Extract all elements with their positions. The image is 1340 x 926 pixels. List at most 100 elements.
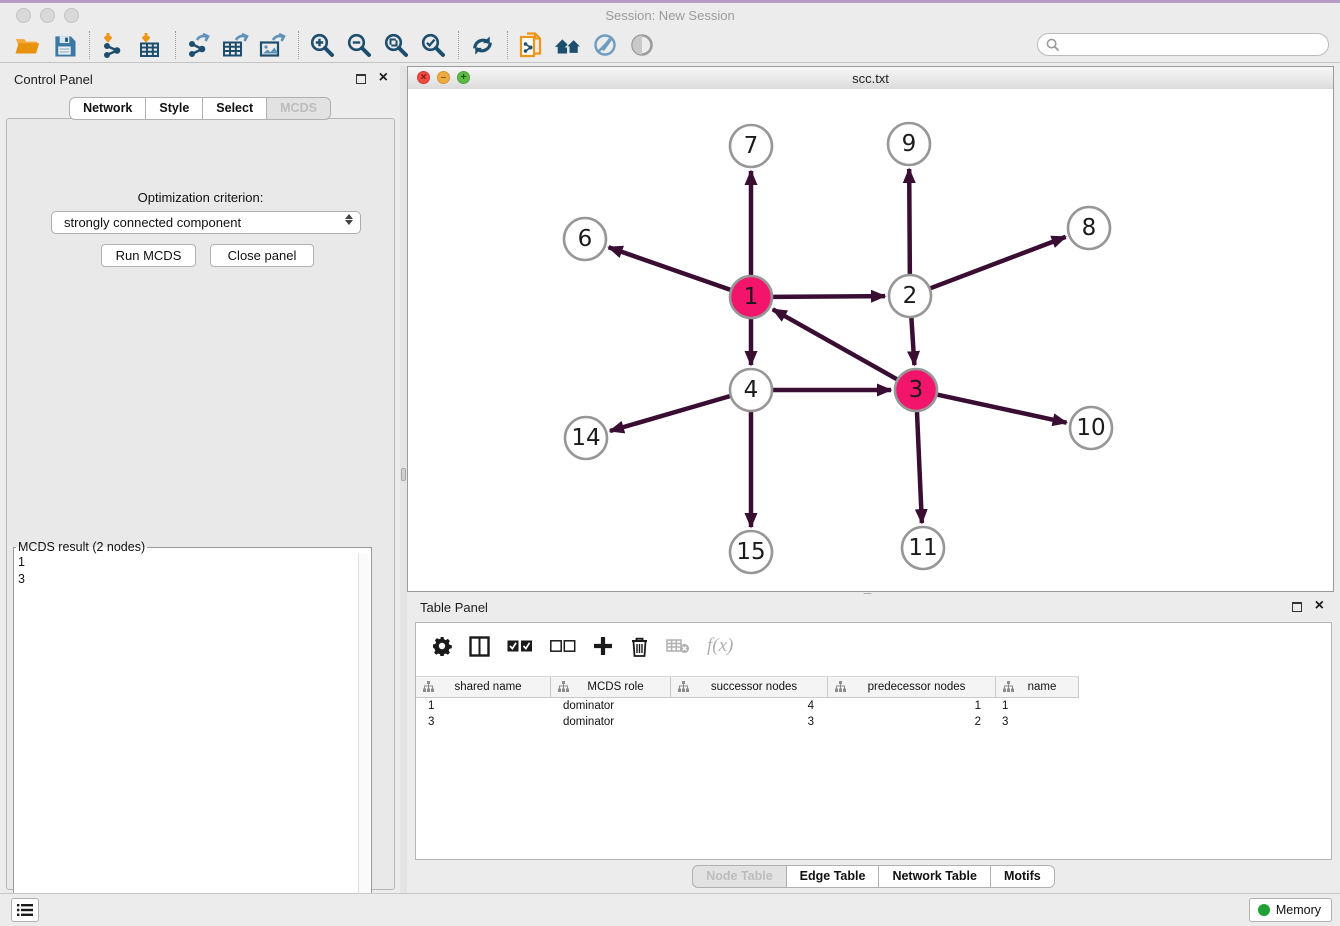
tab-network[interactable]: Network [69,97,146,120]
network-overview-icon[interactable] [553,31,583,59]
criterion-dropdown[interactable]: strongly connected component [51,211,361,234]
network-view-frame: × – + scc.txt 7968124314101511 [407,66,1334,592]
main-toolbar [0,28,1340,63]
apply-layout-icon[interactable] [467,31,497,59]
edge-2-to-3[interactable] [911,318,914,365]
save-session-icon[interactable] [49,31,79,59]
edge-2-to-9[interactable] [909,169,910,274]
copy-network-icon[interactable] [516,31,546,59]
tab-node-table[interactable]: Node Table [692,865,786,888]
toolbar-separator [175,31,176,59]
table-row[interactable]: 3dominator323 [416,714,1331,730]
task-history-button[interactable] [11,898,39,922]
control-panel-title: Control Panel [14,72,93,87]
toggle-style-icon[interactable] [590,31,620,59]
panel-splitter-vertical[interactable] [400,66,407,893]
network-frame-titlebar[interactable]: × – + scc.txt [408,67,1333,90]
column-header-MCDS-role[interactable]: MCDS role [551,677,671,697]
tab-edge-table[interactable]: Edge Table [786,865,880,888]
unselect-all-columns-icon[interactable] [550,640,576,653]
delete-table-icon[interactable] [666,638,690,654]
run-mcds-button[interactable]: Run MCDS [101,244,196,267]
cell-successor-nodes: 3 [671,716,828,728]
tab-style[interactable]: Style [145,97,203,120]
export-table-icon[interactable] [221,31,251,59]
edge-4-to-14[interactable] [610,396,730,431]
mcds-result-item: 3 [18,571,357,588]
edge-2-to-8[interactable] [931,237,1066,288]
application-window: Session: New Session [0,0,1340,926]
node-label-8: 8 [1082,215,1097,241]
select-all-columns-icon[interactable] [507,640,533,653]
table-row[interactable]: 1dominator411 [416,698,1331,714]
toolbar-separator [507,31,508,59]
close-panel-icon[interactable]: × [379,73,388,83]
mcds-result-title: MCDS result (2 nodes) [16,540,147,554]
list-icon [17,903,33,917]
node-label-14: 14 [571,425,600,451]
function-builder-icon[interactable]: f(x) [707,635,733,657]
create-column-plus-icon[interactable] [593,636,613,656]
column-header-predecessor-nodes[interactable]: predecessor nodes [828,677,996,697]
titlebar: Session: New Session [0,3,1340,29]
edge-3-to-1[interactable] [773,309,897,379]
search-icon [1046,38,1060,52]
cell-successor-nodes: 4 [671,700,828,712]
cell-predecessor-nodes: 1 [828,700,996,712]
zoom-in-icon[interactable] [307,31,337,59]
mcds-tab-content: Optimization criterion: strongly connect… [6,118,395,890]
search-input[interactable] [1065,37,1328,53]
open-session-icon[interactable] [12,31,42,59]
network-canvas[interactable]: 7968124314101511 [408,89,1333,591]
delete-column-trash-icon[interactable] [630,636,649,657]
cell-MCDS-role: dominator [551,700,671,712]
close-panel-button[interactable]: Close panel [210,244,314,267]
export-network-icon[interactable] [184,31,214,59]
result-scrollbar[interactable] [358,554,369,901]
cell-shared-name: 1 [416,700,551,712]
tab-select[interactable]: Select [202,97,267,120]
memory-button[interactable]: Memory [1249,898,1332,922]
node-label-4: 4 [744,377,759,403]
column-header-name[interactable]: name [996,677,1079,697]
zoom-out-icon[interactable] [344,31,374,59]
node-table-container: f(x) shared nameMCDS rolesuccessor nodes… [415,622,1332,860]
control-panel-tabs: NetworkStyleSelectMCDS [0,97,400,120]
export-image-icon[interactable] [258,31,288,59]
node-label-2: 2 [903,283,918,309]
window-title: Session: New Session [0,8,1340,23]
tab-network-table[interactable]: Network Table [878,865,991,888]
edge-1-to-2[interactable] [773,296,885,297]
network-graph[interactable]: 7968124314101511 [408,89,1333,591]
edge-3-to-11[interactable] [917,412,922,523]
edge-3-to-10[interactable] [937,395,1066,423]
mcds-result-fieldset: MCDS result (2 nodes) 13 [13,540,372,904]
column-header-shared-name[interactable]: shared name [416,677,551,697]
splitter-grip[interactable] [401,468,406,481]
table-header-row: shared nameMCDS rolesuccessor nodesprede… [416,676,1079,698]
column-header-successor-nodes[interactable]: successor nodes [671,677,828,697]
mcds-result-list[interactable]: 13 [18,554,357,899]
tab-motifs[interactable]: Motifs [990,865,1055,888]
import-table-from-file-icon[interactable] [135,31,165,59]
cell-predecessor-nodes: 2 [828,716,996,728]
show-hide-graphics-details-icon[interactable] [627,31,657,59]
close-table-panel-icon[interactable]: × [1315,601,1324,611]
toolbar-separator [89,31,90,59]
dropdown-stepper-icon [345,214,353,225]
zoom-selected-region-icon[interactable] [418,31,448,59]
node-label-3: 3 [909,377,924,403]
table-panel-title: Table Panel [420,600,488,615]
table-settings-gear-icon[interactable] [432,636,452,656]
float-table-panel-icon[interactable] [1292,602,1302,612]
toggle-panel-split-icon[interactable] [469,636,490,657]
edge-1-to-6[interactable] [609,247,731,289]
float-panel-icon[interactable] [356,74,366,84]
toolbar-separator [298,31,299,59]
import-network-from-file-icon[interactable] [98,31,128,59]
node-label-9: 9 [902,131,917,157]
network-frame-title: scc.txt [408,71,1333,86]
fit-content-icon[interactable] [381,31,411,59]
tab-mcds[interactable]: MCDS [266,97,331,120]
search-field[interactable] [1037,33,1329,56]
